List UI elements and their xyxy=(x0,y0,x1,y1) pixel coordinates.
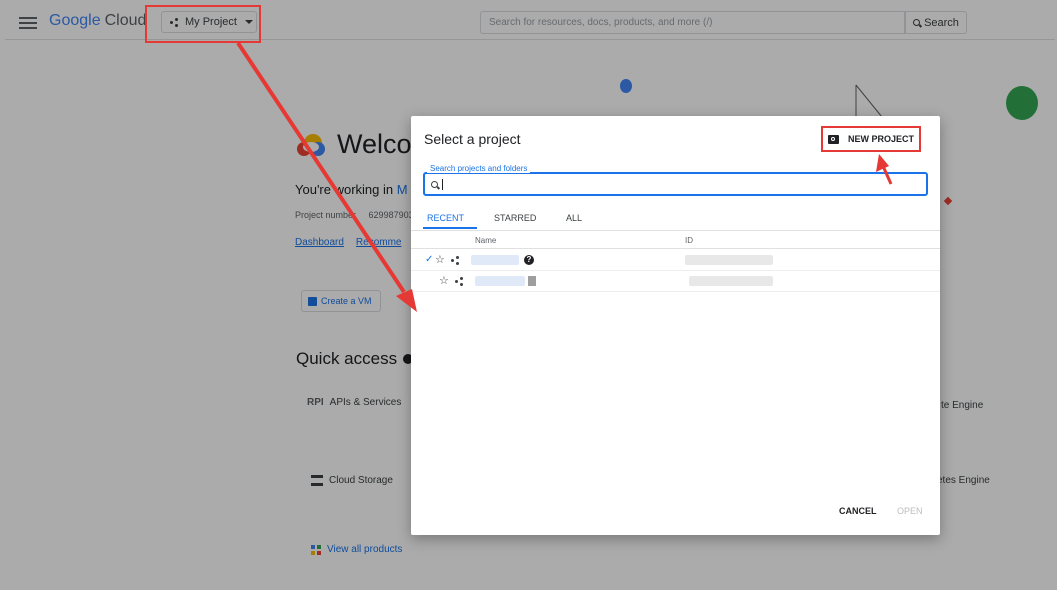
arrow-head xyxy=(396,289,417,312)
arrow-line xyxy=(881,165,893,185)
arrow-head xyxy=(876,154,889,172)
annotation-arrows xyxy=(236,41,893,312)
arrow-line xyxy=(236,41,406,294)
